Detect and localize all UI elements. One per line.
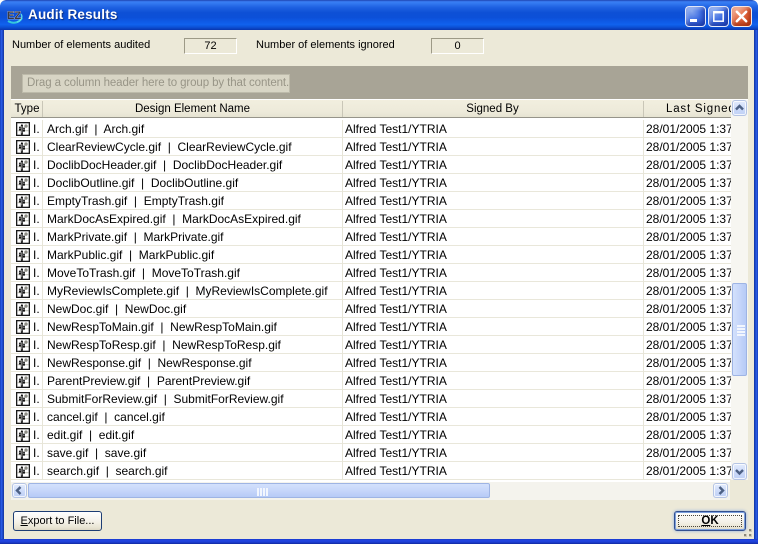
svg-text:EZ: EZ xyxy=(7,10,21,22)
